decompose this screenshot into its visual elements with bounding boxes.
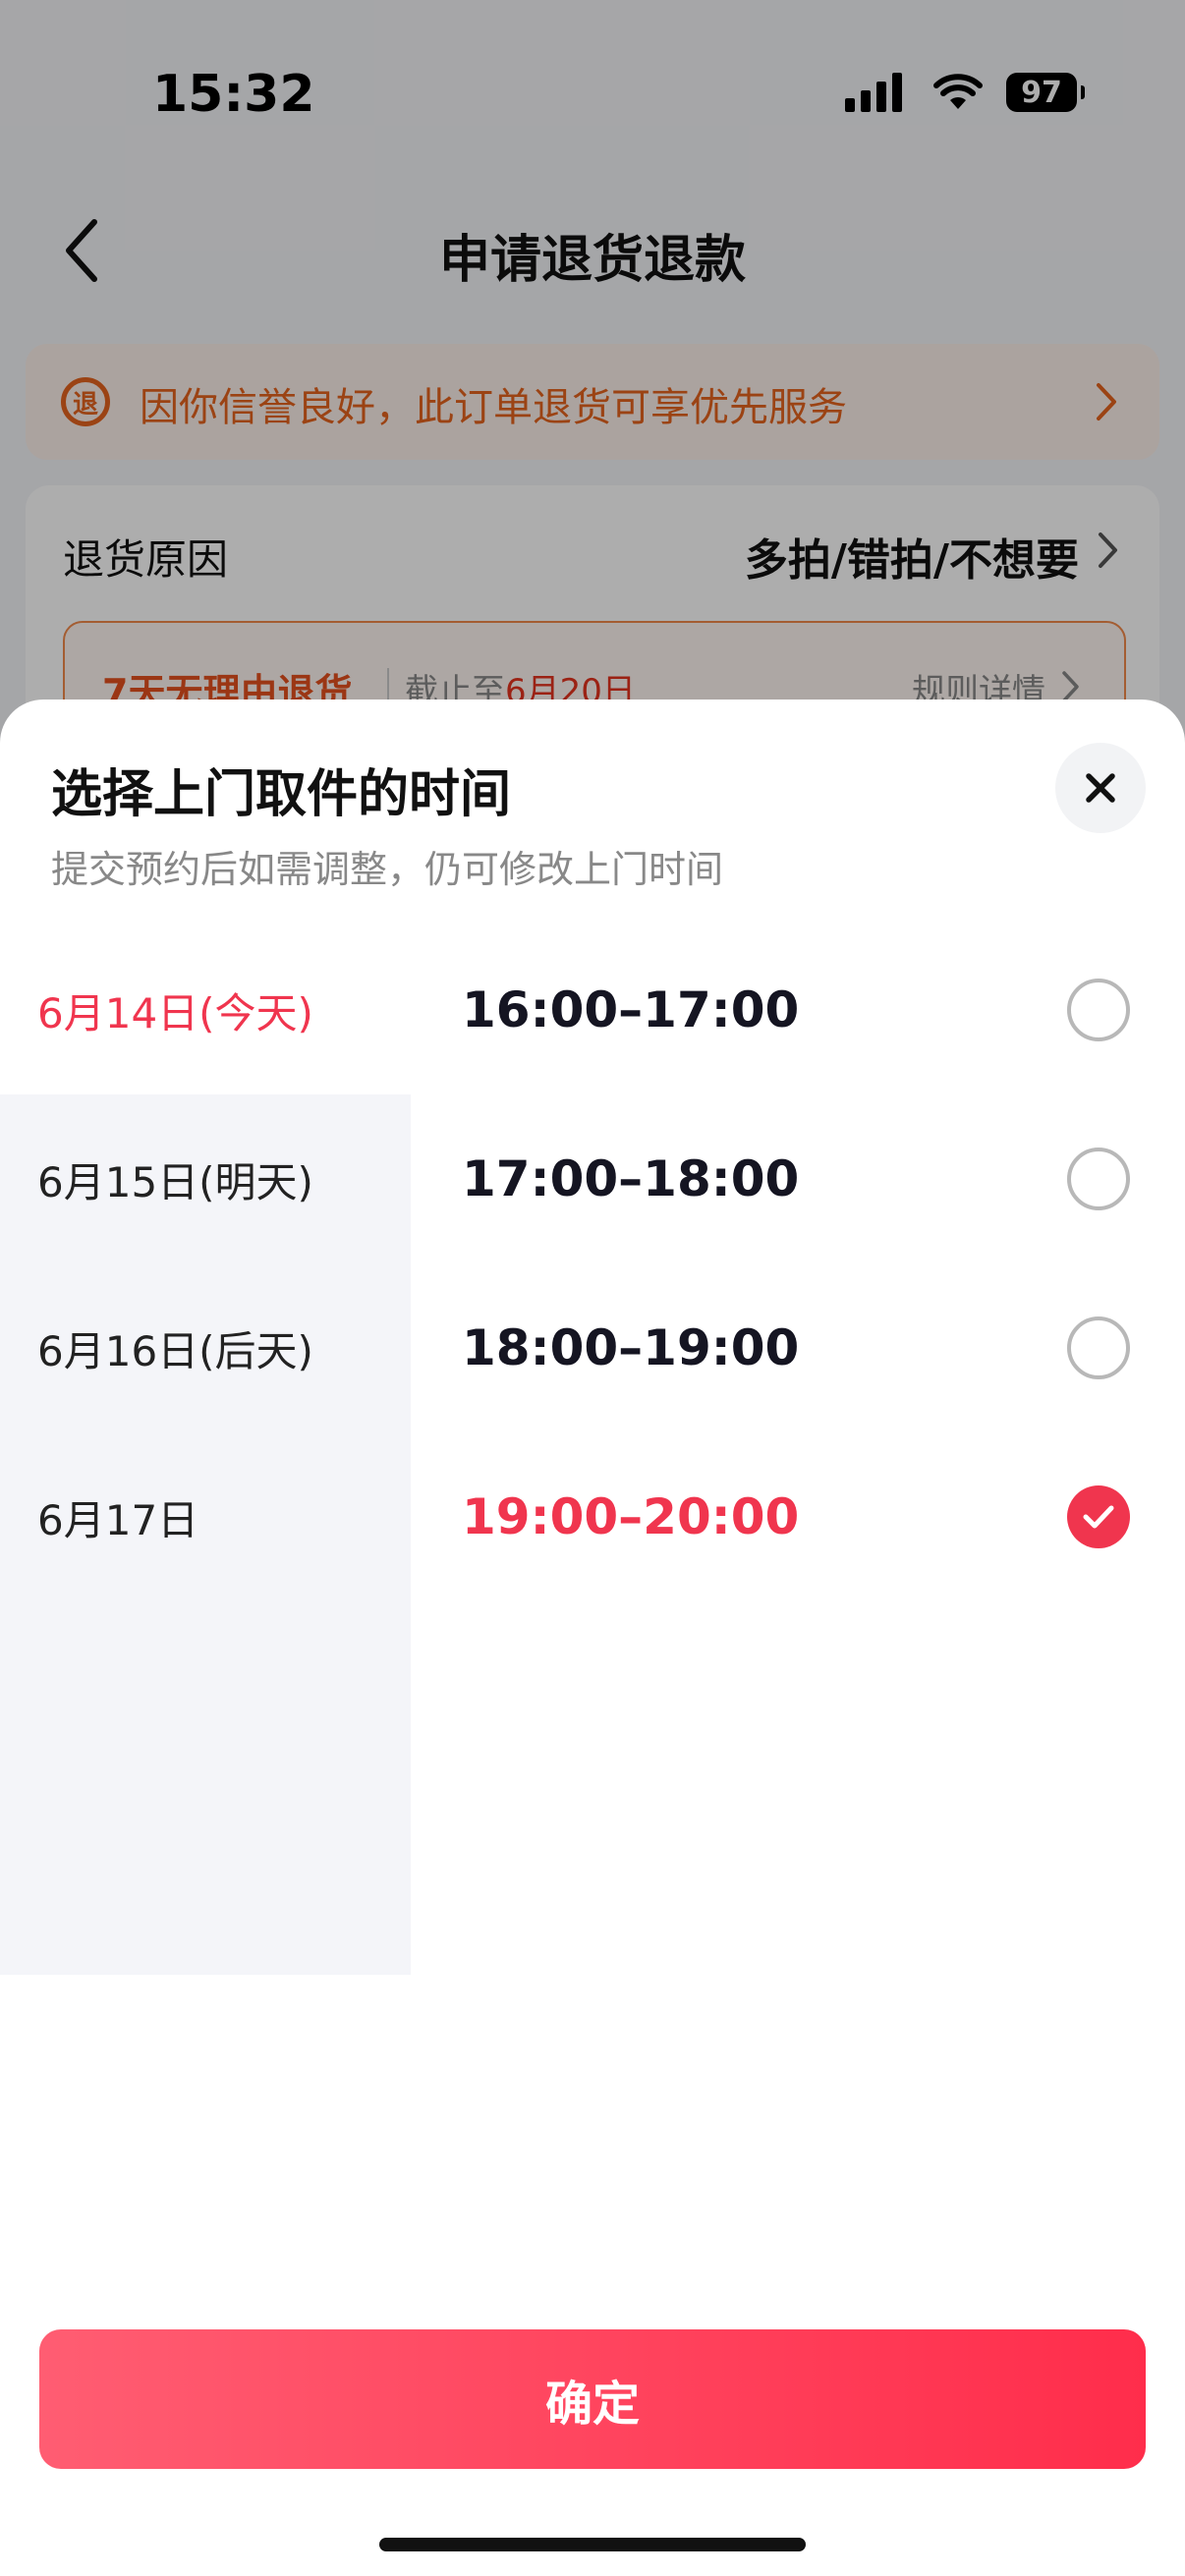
date-item-day-after[interactable]: 6月16日(后天) [0, 1263, 411, 1432]
radio-button[interactable] [1067, 979, 1130, 1041]
time-slot-label: 16:00–17:00 [462, 981, 800, 1038]
close-icon [1086, 773, 1115, 803]
confirm-button[interactable]: 确定 [39, 2329, 1146, 2469]
radio-button[interactable] [1067, 1316, 1130, 1379]
close-button[interactable] [1055, 743, 1146, 833]
time-slot[interactable]: 17:00–18:00 [411, 1094, 1185, 1263]
time-slot-selected[interactable]: 19:00–20:00 [411, 1432, 1185, 1601]
sheet-title: 选择上门取件的时间 [51, 765, 512, 824]
home-indicator [379, 2538, 806, 2551]
sheet-subtitle: 提交预约后如需调整，仍可修改上门时间 [51, 848, 724, 891]
time-slot-label: 17:00–18:00 [462, 1150, 800, 1207]
date-item-jun17[interactable]: 6月17日 [0, 1432, 411, 1601]
radio-button-checked[interactable] [1067, 1485, 1130, 1548]
radio-button[interactable] [1067, 1148, 1130, 1210]
time-slot[interactable]: 18:00–19:00 [411, 1263, 1185, 1432]
date-item-tomorrow[interactable]: 6月15日(明天) [0, 1094, 411, 1263]
time-slot-label: 18:00–19:00 [462, 1319, 800, 1376]
time-slot-label: 19:00–20:00 [462, 1488, 800, 1545]
time-slot[interactable]: 16:00–17:00 [411, 925, 1185, 1094]
pickup-time-sheet: 选择上门取件的时间 提交预约后如需调整，仍可修改上门时间 6月14日(今天) 6… [0, 700, 1185, 2576]
check-icon [1083, 1505, 1114, 1529]
date-item-today[interactable]: 6月14日(今天) [0, 925, 411, 1094]
